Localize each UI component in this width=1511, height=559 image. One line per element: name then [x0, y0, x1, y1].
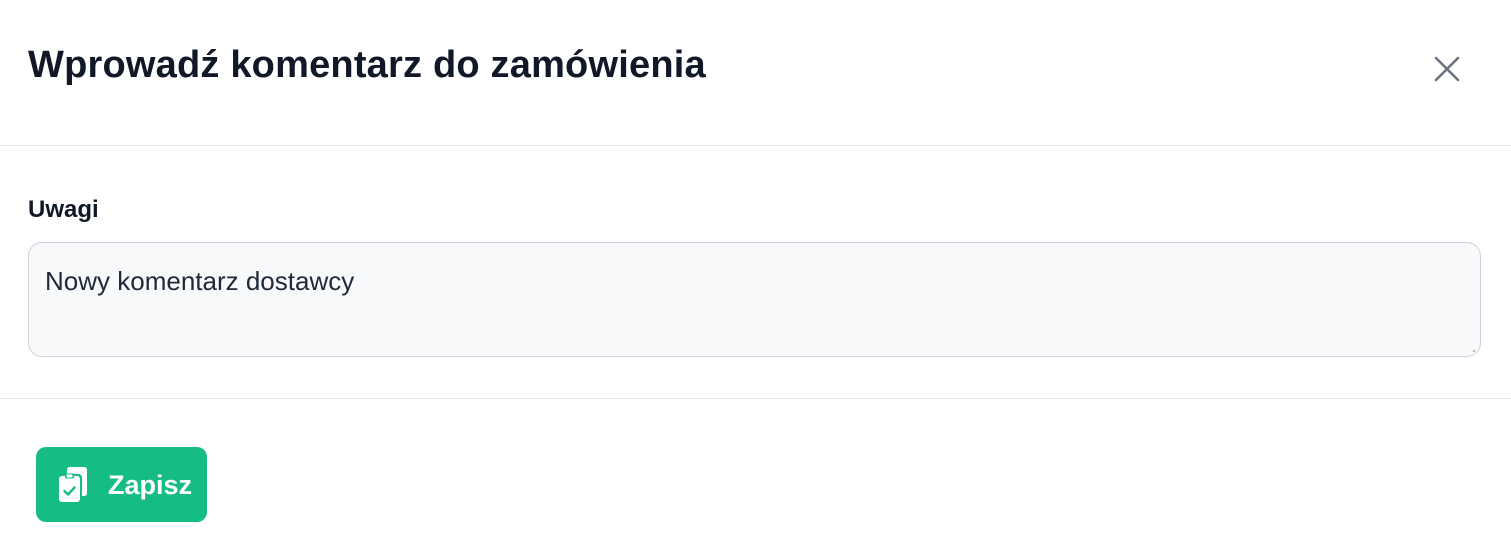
close-button[interactable]	[1424, 46, 1470, 92]
remarks-label: Uwagi	[28, 196, 99, 223]
dialog-title: Wprowadź komentarz do zamówienia	[28, 44, 706, 86]
remarks-textarea[interactable]: Nowy komentarz dostawcy	[28, 242, 1481, 357]
dialog-header: Wprowadź komentarz do zamówienia	[0, 0, 1511, 146]
close-icon	[1434, 56, 1460, 82]
dialog-footer: Zapisz	[0, 399, 1511, 558]
comment-dialog: Wprowadź komentarz do zamówienia Uwagi N…	[0, 0, 1511, 559]
clipboard-check-icon	[59, 466, 87, 502]
remarks-textarea-value: Nowy komentarz dostawcy	[45, 266, 355, 296]
resize-handle-icon[interactable]	[1468, 345, 1476, 353]
save-button-label: Zapisz	[108, 469, 193, 500]
save-button[interactable]: Zapisz	[36, 447, 207, 522]
dialog-body: Uwagi Nowy komentarz dostawcy	[0, 146, 1511, 399]
